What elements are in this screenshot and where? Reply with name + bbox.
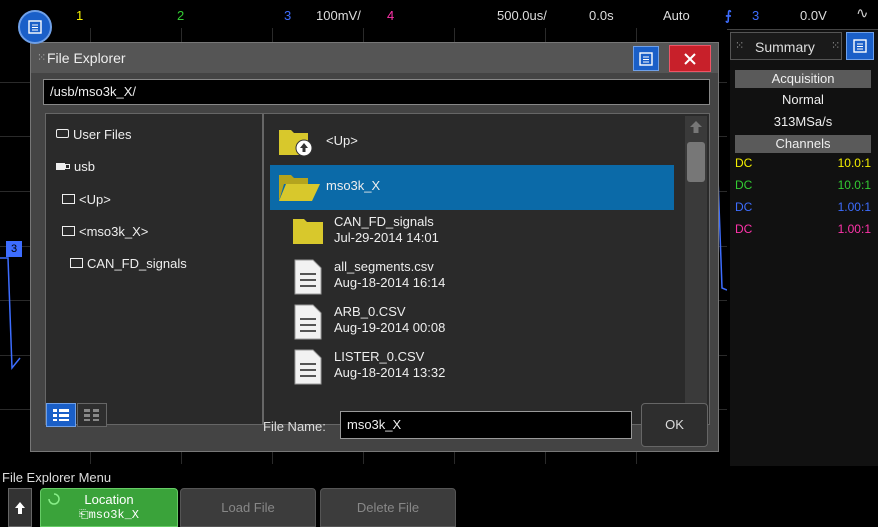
summary-tab-label: Summary (755, 39, 815, 55)
arrow-up-icon (15, 501, 25, 514)
acquisition-header: Acquisition (735, 70, 871, 88)
channel-3-label[interactable]: 3 (284, 8, 291, 23)
list-view-button[interactable] (46, 403, 76, 427)
location-value: ⎗mso3k_X (78, 508, 140, 522)
dialog-title: File Explorer (47, 50, 126, 66)
usb-icon (65, 164, 70, 169)
file-list[interactable]: <Up> mso3k_X CAN_FD_signals Jul-29-2014 … (263, 113, 710, 425)
dialog-menu-button[interactable] (633, 46, 659, 71)
acquisition-mode: Normal (782, 92, 824, 107)
channels-header: Channels (735, 135, 871, 153)
arrow-up-icon (690, 121, 702, 133)
trigger-level: 0.0V (800, 8, 827, 23)
close-icon (684, 52, 696, 65)
timebase: 500.0us/ (497, 8, 547, 23)
menu-icon (639, 51, 653, 66)
file-item-all-segments[interactable]: all_segments.csv Aug-18-2014 16:14 (270, 255, 674, 300)
delete-file-softkey[interactable]: Delete File (320, 488, 456, 527)
file-item-mso3k-x[interactable]: mso3k_X (270, 165, 674, 210)
drag-handle-icon: ⁙ (735, 40, 745, 52)
file-explorer-dialog: ⁙ File Explorer /usb/mso3k_X/ User Files… (30, 42, 719, 452)
document-icon (294, 304, 322, 340)
location-softkey[interactable]: Location ⎗mso3k_X (40, 488, 178, 527)
folder-up-icon (279, 130, 313, 157)
document-icon (294, 349, 322, 385)
tree-item-up[interactable]: <Up> (62, 192, 111, 207)
channel-2-label[interactable]: 2 (177, 8, 184, 23)
scroll-thumb[interactable] (687, 142, 705, 182)
folder-open-icon (62, 226, 75, 236)
sample-rate: 313MSa/s (773, 114, 833, 129)
file-item-up[interactable]: <Up> (270, 120, 674, 165)
back-button[interactable] (8, 488, 32, 527)
softkey-menu-title: File Explorer Menu (2, 470, 112, 485)
drive-icon (56, 129, 69, 138)
status-bar: 1 2 3 100mV/ 4 500.0us/ 0.0s Auto ⨍ 3 0.… (0, 0, 878, 37)
scroll-up-button[interactable] (685, 116, 707, 138)
document-icon (294, 259, 322, 295)
tree-item-usb[interactable]: usb (56, 159, 95, 174)
tree-item-user-files[interactable]: User Files (56, 127, 132, 142)
file-item-can-fd-signals[interactable]: CAN_FD_signals Jul-29-2014 14:01 (270, 210, 674, 255)
trigger-edge-icon: ⨍ (725, 8, 732, 23)
load-file-softkey[interactable]: Load File (180, 488, 316, 527)
folder-up-icon (62, 194, 75, 204)
channel-1-summary: DC 10.0:1 (735, 156, 871, 170)
trigger-mode: Auto (663, 8, 690, 23)
tree-item-can-fd-signals[interactable]: CAN_FD_signals (70, 256, 187, 271)
usb-icon (56, 163, 65, 170)
list-view-icon (53, 409, 69, 421)
folder-tree[interactable]: User Files usb <Up> <mso3k_X> CAN_FD_sig… (45, 113, 263, 425)
file-name-label: File Name: (263, 419, 326, 434)
grid-view-button[interactable] (77, 403, 107, 427)
file-list-scrollbar[interactable] (685, 116, 707, 422)
folder-icon (293, 219, 323, 244)
file-item-arb-0[interactable]: ARB_0.CSV Aug-19-2014 00:08 (270, 300, 674, 345)
menu-icon (853, 39, 867, 53)
channel-4-label[interactable]: 4 (387, 8, 394, 23)
path-field: /usb/mso3k_X/ (43, 79, 710, 105)
panel-menu-button[interactable] (846, 32, 874, 60)
dialog-title-bar[interactable]: ⁙ File Explorer (31, 43, 718, 73)
file-item-lister-0[interactable]: LISTER_0.CSV Aug-18-2014 13:32 (270, 345, 674, 390)
channel-4-summary: DC 1.00:1 (735, 222, 871, 236)
summary-panel: ⁙ Summary ⁙ Acquisition Normal 313MSa/s … (730, 30, 878, 466)
channel-2-summary: DC 10.0:1 (735, 178, 871, 192)
drag-handle-icon: ⁙ (831, 40, 841, 52)
delay: 0.0s (589, 8, 614, 23)
summary-tab[interactable]: ⁙ Summary ⁙ (730, 32, 842, 60)
grid-view-icon (84, 409, 99, 421)
menu-icon (28, 20, 42, 34)
channel-3-ground-marker[interactable]: 3 (6, 241, 22, 257)
location-label: Location (84, 492, 134, 507)
folder-open-icon (279, 175, 320, 201)
rotate-knob-icon (48, 493, 60, 505)
file-name-input[interactable]: mso3k_X (340, 411, 632, 439)
main-menu-button[interactable] (18, 10, 52, 44)
trigger-source: 3 (752, 8, 760, 23)
vertical-scale: 100mV/ (316, 8, 361, 23)
softkey-menu-bar: File Explorer Menu (0, 466, 878, 486)
folder-icon (70, 258, 83, 268)
channel-3-summary: DC 1.00:1 (735, 200, 871, 214)
waveform-icon[interactable]: ∿ (856, 4, 869, 22)
drag-handle-icon: ⁙ (37, 52, 47, 64)
channel-1-label[interactable]: 1 (76, 8, 83, 23)
folder-open-icon: ⎗ (78, 508, 89, 522)
close-button[interactable] (669, 45, 711, 72)
tree-item-mso3k-x[interactable]: <mso3k_X> (62, 224, 148, 239)
ok-button[interactable]: OK (641, 403, 708, 447)
